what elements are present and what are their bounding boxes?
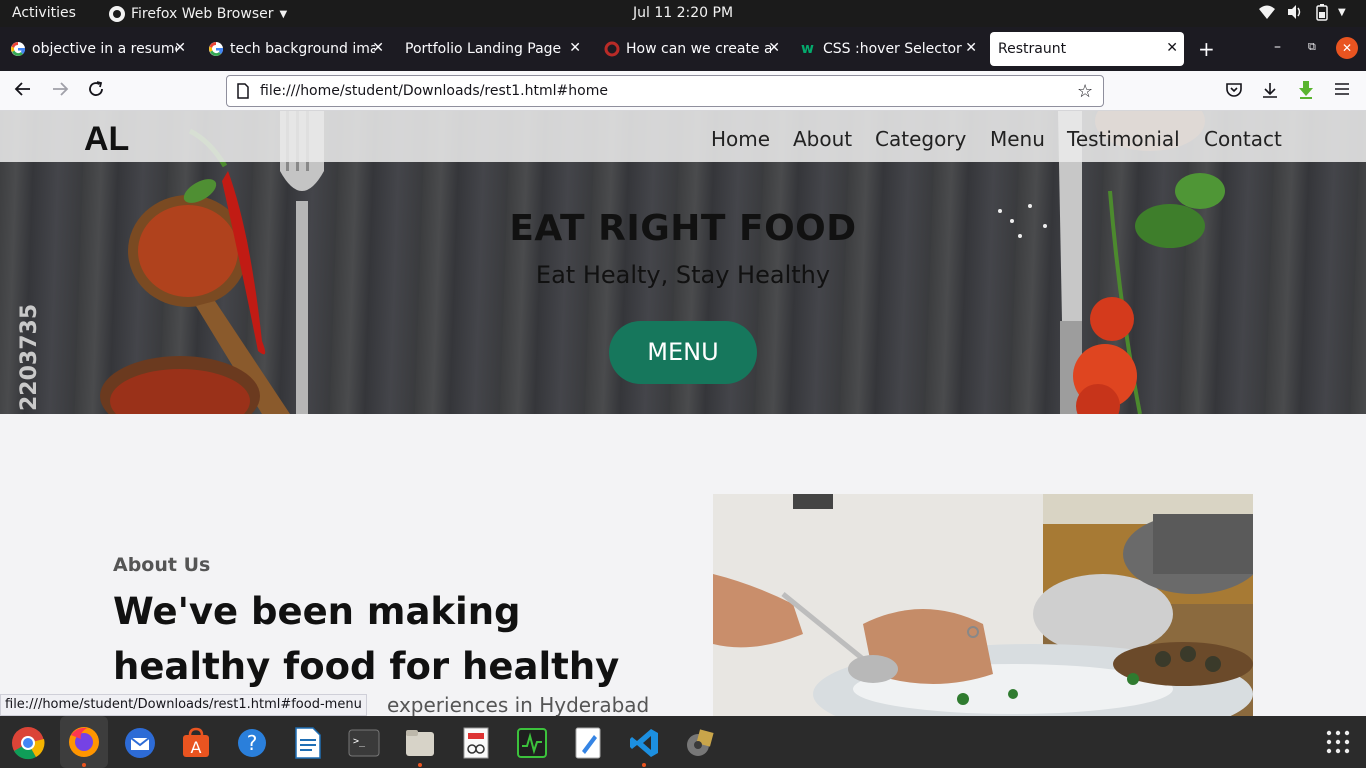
about-section-label: About Us (113, 554, 211, 576)
tab-title: tech background ima (230, 41, 375, 57)
nav-link-about[interactable]: About (793, 127, 852, 151)
page-file-icon (236, 83, 250, 103)
site-logo[interactable]: AL (84, 120, 129, 159)
url-text[interactable]: file:///home/student/Downloads/rest1.htm… (260, 83, 608, 99)
tab-objective-resume[interactable]: objective in a resume ✕ (2, 32, 192, 66)
forward-arrow-icon[interactable] (51, 80, 69, 102)
text-editor-icon[interactable] (568, 723, 608, 763)
ubuntu-dock: A ? >_ (0, 716, 1366, 768)
chrome-icon[interactable] (8, 723, 48, 763)
vscode-icon[interactable] (624, 723, 664, 763)
running-indicator (642, 763, 646, 767)
app-menu-label: Firefox Web Browser (131, 6, 274, 22)
running-indicator (418, 763, 422, 767)
nav-link-contact[interactable]: Contact (1204, 127, 1282, 151)
extension-download-icon[interactable] (1297, 80, 1315, 104)
running-indicator (82, 763, 86, 767)
tab-title: CSS :hover Selector (823, 41, 962, 57)
hero-title: EAT RIGHT FOOD (509, 208, 857, 249)
help-icon[interactable]: ? (232, 723, 272, 763)
package-installer-icon[interactable] (680, 723, 720, 763)
google-icon (11, 42, 26, 56)
w3schools-icon: w (801, 41, 814, 57)
document-viewer-icon[interactable] (456, 723, 496, 763)
minimize-icon[interactable]: – (1274, 39, 1281, 55)
site-navbar: AL Home About Category Menu Testimonial … (0, 111, 1366, 162)
bookmark-star-icon[interactable]: ☆ (1077, 81, 1093, 102)
libreoffice-writer-icon[interactable] (288, 723, 328, 763)
tab-css-hover[interactable]: w CSS :hover Selector ✕ (793, 32, 983, 66)
stock-watermark-number: 2203735 (17, 303, 42, 411)
terminal-icon[interactable]: >_ (344, 723, 384, 763)
system-menu-chevron-icon[interactable]: ▼ (1338, 7, 1346, 18)
tab-title: objective in a resume (32, 41, 177, 57)
svg-text:?: ? (247, 731, 258, 755)
tab-strip: objective in a resume ✕ tech background … (0, 27, 1366, 71)
thunderbird-icon[interactable] (120, 723, 160, 763)
url-bar[interactable]: file:///home/student/Downloads/rest1.htm… (226, 75, 1104, 107)
tab-portfolio-landing[interactable]: Portfolio Landing Page ✕ (397, 32, 587, 66)
tab-tech-background[interactable]: tech background ima ✕ (200, 32, 390, 66)
hamburger-menu-icon[interactable] (1334, 81, 1350, 101)
software-center-icon[interactable]: A (176, 723, 216, 763)
nav-link-testimonial[interactable]: Testimonial (1067, 127, 1180, 151)
close-tab-icon[interactable]: ✕ (965, 40, 977, 56)
tab-title: How can we create a (626, 41, 771, 57)
battery-icon[interactable] (1316, 4, 1328, 25)
nav-link-home[interactable]: Home (711, 127, 770, 151)
link-status-bar: file:///home/student/Downloads/rest1.htm… (0, 694, 367, 716)
tab-restraunt[interactable]: Restraunt ✕ (990, 32, 1184, 66)
navigation-toolbar: file:///home/student/Downloads/rest1.htm… (0, 71, 1366, 111)
tab-how-can-we-create[interactable]: How can we create a ✕ (596, 32, 786, 66)
tab-title: Portfolio Landing Page (405, 41, 562, 57)
activities-button[interactable]: Activities (12, 5, 76, 21)
google-icon (209, 42, 224, 56)
close-tab-icon[interactable]: ✕ (569, 40, 581, 56)
hero-section: 2203735 AL Home About Category Menu Test… (0, 111, 1366, 414)
files-icon[interactable] (400, 723, 440, 763)
restore-icon[interactable]: ⧉ (1308, 40, 1316, 54)
close-tab-icon[interactable]: ✕ (372, 40, 384, 56)
tab-title: Restraunt (998, 41, 1067, 57)
show-applications-grid-icon[interactable] (1326, 730, 1350, 758)
pocket-icon[interactable] (1225, 81, 1243, 103)
downloads-icon[interactable] (1261, 81, 1279, 103)
close-tab-icon[interactable]: ✕ (174, 40, 186, 56)
new-tab-plus-icon[interactable]: + (1198, 37, 1215, 61)
chef-cooking-image (713, 494, 1253, 716)
back-arrow-icon[interactable] (14, 80, 32, 102)
hero-subtitle: Eat Healty, Stay Healthy (535, 261, 831, 289)
system-top-bar: Activities Firefox Web Browser ▼ Jul 11 … (0, 0, 1366, 27)
about-paragraph: experiences in Hyderabad (387, 693, 650, 716)
close-tab-icon[interactable]: ✕ (768, 40, 780, 56)
quora-icon (604, 41, 620, 57)
chevron-down-icon: ▼ (279, 8, 288, 20)
app-menu[interactable]: Firefox Web Browser ▼ (108, 5, 287, 23)
nav-link-menu[interactable]: Menu (990, 127, 1045, 151)
firefox-icon[interactable] (60, 716, 108, 768)
svg-text:A: A (191, 738, 202, 757)
nav-link-category[interactable]: Category (875, 127, 966, 151)
wifi-icon[interactable] (1258, 4, 1276, 24)
volume-icon[interactable] (1286, 4, 1304, 24)
web-page: 2203735 AL Home About Category Menu Test… (0, 111, 1366, 716)
reload-icon[interactable] (87, 80, 105, 102)
clock[interactable]: Jul 11 2:20 PM (633, 5, 733, 21)
chef-photo (713, 494, 1253, 716)
system-monitor-icon[interactable] (512, 723, 552, 763)
firefox-icon (109, 6, 125, 22)
close-window-icon[interactable]: ✕ (1336, 37, 1358, 59)
hero-menu-button[interactable]: MENU (609, 321, 757, 384)
svg-text:>_: >_ (353, 736, 366, 747)
close-tab-icon[interactable]: ✕ (1166, 40, 1178, 56)
